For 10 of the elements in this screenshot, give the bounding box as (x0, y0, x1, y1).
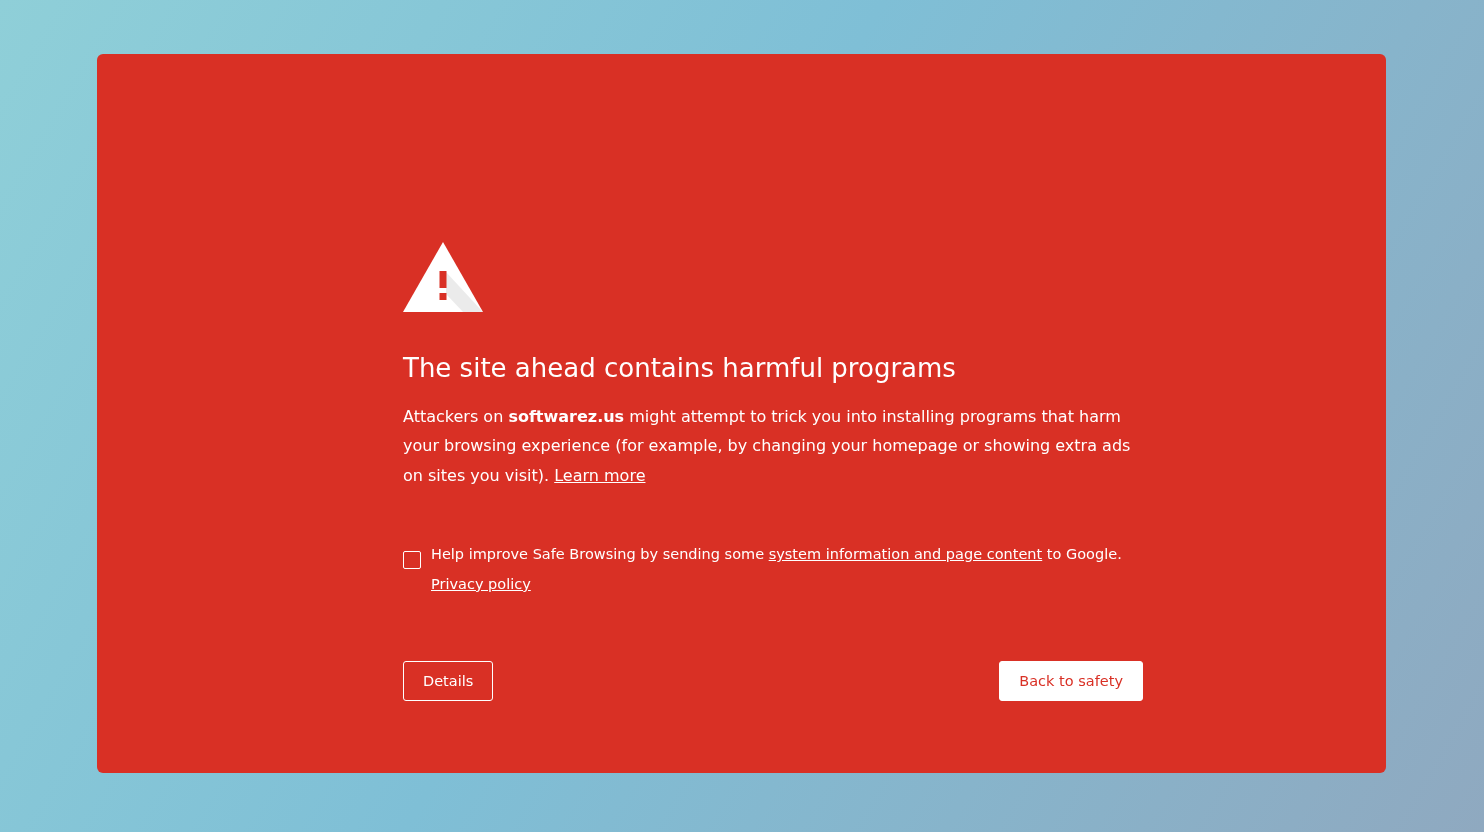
warning-icon (403, 242, 483, 312)
details-button[interactable]: Details (403, 661, 494, 702)
back-button[interactable]: Back to safety (999, 661, 1143, 702)
page-heading: The site ahead contains harmful programs (403, 352, 957, 385)
warning-message: Attackers on softwarez.us might attempt to trick you into installing programs that harm your browsing experience (for example, by changing your homepage or showing extra ads on sites you visit). Learn more (403, 405, 1132, 487)
system-information-link[interactable]: system information and page content (768, 546, 1043, 563)
report-checkbox[interactable] (403, 551, 421, 570)
learn-more-link[interactable]: Learn more (554, 465, 646, 485)
report-text: Help improve Safe Browsing by sending some system information and page content to Google. Privacy policy (431, 545, 1122, 594)
privacy-policy-link[interactable]: Privacy policy (431, 575, 531, 592)
